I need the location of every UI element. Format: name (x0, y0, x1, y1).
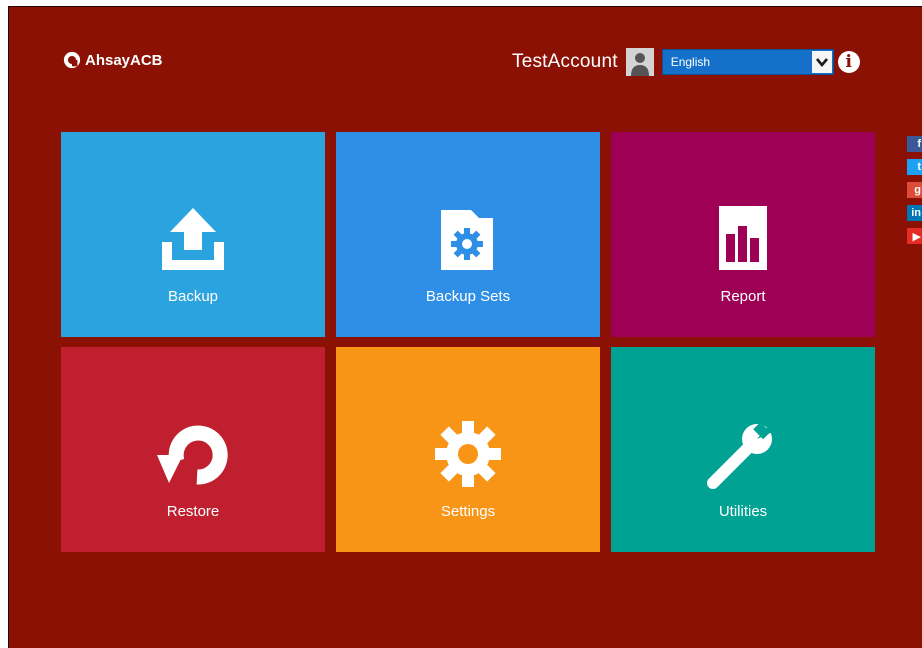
avatar[interactable] (625, 48, 654, 76)
gear-icon (336, 419, 600, 489)
linkedin-icon[interactable]: in (907, 205, 922, 221)
youtube-icon[interactable]: ▶ (907, 228, 922, 244)
account-bar: TestAccount English i (512, 48, 860, 76)
language-value: English (670, 55, 711, 69)
logo-text: AhsayACB (85, 51, 163, 69)
tile-backup-sets[interactable]: Backup Sets (336, 132, 600, 337)
app-logo: AhsayACB (63, 51, 163, 69)
tile-label: Utilities (718, 503, 768, 520)
tile-label: Backup (167, 288, 219, 305)
tile-settings[interactable]: Settings (336, 347, 600, 552)
tile-backup[interactable]: Backup (61, 132, 325, 337)
wrench-icon (611, 419, 875, 489)
upload-icon (61, 204, 325, 274)
tile-restore[interactable]: Restore (61, 347, 325, 552)
google-plus-icon[interactable]: g (907, 182, 922, 198)
bar-chart-icon (611, 204, 875, 274)
twitter-icon[interactable]: t (907, 159, 922, 175)
tile-utilities[interactable]: Utilities (611, 347, 875, 552)
folder-gear-icon (336, 204, 600, 274)
tile-label: Report (720, 288, 766, 305)
ahsay-logo-icon (63, 51, 81, 69)
facebook-icon[interactable]: f (907, 136, 922, 152)
app-window: AhsayACB TestAccount English i Backup Ba… (8, 6, 922, 648)
tile-label: Backup Sets (425, 288, 511, 305)
user-icon (625, 48, 654, 76)
tile-label: Settings (440, 503, 496, 520)
language-select[interactable]: English (661, 49, 834, 75)
chevron-down-icon[interactable] (811, 51, 832, 73)
social-links: f t g in ▶ (907, 136, 922, 244)
tile-label: Restore (166, 503, 220, 520)
tile-report[interactable]: Report (611, 132, 875, 337)
restore-arrow-icon (61, 419, 325, 489)
account-name[interactable]: TestAccount (512, 51, 618, 73)
info-icon[interactable]: i (837, 51, 860, 73)
